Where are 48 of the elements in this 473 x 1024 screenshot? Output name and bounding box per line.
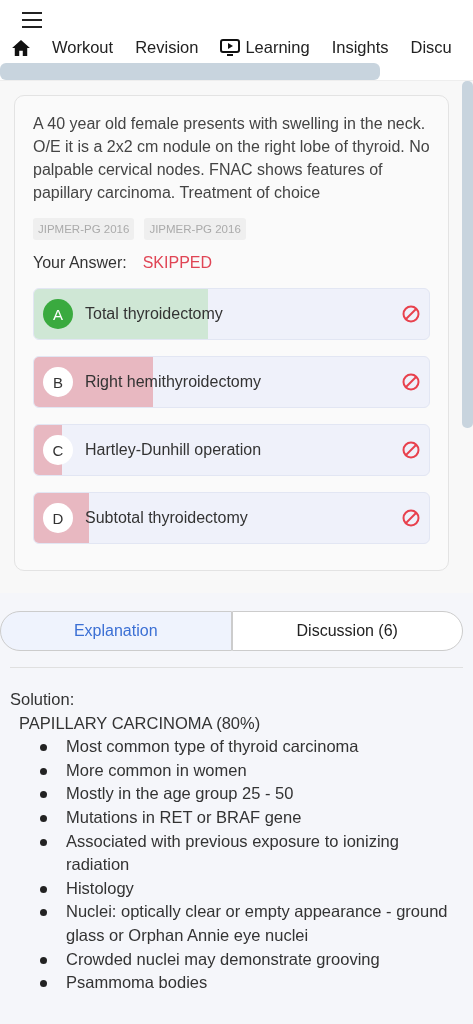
bullet-text: Mostly in the age group 25 - 50 <box>66 783 294 805</box>
nav-tab[interactable]: Insights <box>331 38 389 57</box>
option-text: Subtotal thyroidectomy <box>85 509 249 527</box>
exam-tag: JIPMER-PG 2016 <box>33 218 135 240</box>
nav-tab[interactable]: Learning <box>220 38 310 57</box>
answer-label: Your Answer: <box>33 254 127 272</box>
tab[interactable]: Discussion (6) <box>231 611 463 651</box>
nav-tab[interactable]: Discu <box>410 38 452 57</box>
nav-tab[interactable]: Workout <box>52 38 114 57</box>
option-text: Hartley-Dunhill operation <box>85 441 263 459</box>
prohibited-icon <box>402 441 420 459</box>
bullet-icon <box>40 838 47 846</box>
bullet-text: Nuclei: optically clear or empty appearance - ground glass or Orphan Annie eye nuclei <box>66 901 449 946</box>
answer-status: SKIPPED <box>142 254 213 272</box>
solution-heading: PAPILLARY CARCINOMA (80%) <box>18 712 262 734</box>
bullet-icon <box>40 980 47 988</box>
bullet-icon <box>40 909 47 917</box>
option-letter: C <box>43 435 73 465</box>
tab[interactable]: Explanation <box>0 611 232 651</box>
menu-icon[interactable] <box>22 12 42 28</box>
answer-option[interactable]: B Right hemithyroidectomy <box>33 356 430 408</box>
answer-option[interactable]: C Hartley-Dunhill operation <box>33 424 430 476</box>
solution-title: Solution: <box>10 689 76 710</box>
bullet-text: Crowded nuclei may demonstrate grooving <box>66 948 380 970</box>
home-icon[interactable] <box>12 39 30 56</box>
bullet-icon <box>40 956 47 964</box>
bullet-text: Associated with previous exposure to ionizing radiation <box>66 830 400 876</box>
bullet-text: Mutations in RET or BRAF gene <box>66 806 302 828</box>
bullet-icon <box>40 791 47 799</box>
option-text: Right hemithyroidectomy <box>85 373 263 391</box>
bullet-text: Psammoma bodies <box>66 972 208 994</box>
prohibited-icon <box>402 373 420 391</box>
bullet-icon <box>40 767 47 775</box>
bullet-text: More common in women <box>66 759 247 781</box>
question-text: A 40 year old female presents with swelling in the neck. O/E it is a 2x2 cm nodule on the right lobe of thyroid. No palpable cervical nodes. FNAC shows features of papillary carcinoma. Treatment of choice <box>33 114 430 203</box>
video-icon <box>220 38 241 57</box>
answer-option[interactable]: D Subtotal thyroidectomy <box>33 492 430 544</box>
option-text: Total thyroidectomy <box>85 305 224 323</box>
bullet-icon <box>40 885 47 893</box>
answer-option[interactable]: A Total thyroidectomy <box>33 288 430 340</box>
prohibited-icon <box>402 509 420 527</box>
bullet-text: Histology <box>66 877 134 899</box>
exam-tag: JIPMER-PG 2016 <box>144 218 246 240</box>
bullet-text: Most common type of thyroid carcinoma <box>66 736 359 758</box>
bullet-icon <box>40 744 47 752</box>
prohibited-icon <box>402 305 420 323</box>
nav-tab[interactable]: Revision <box>135 38 199 57</box>
bullet-icon <box>40 814 47 822</box>
